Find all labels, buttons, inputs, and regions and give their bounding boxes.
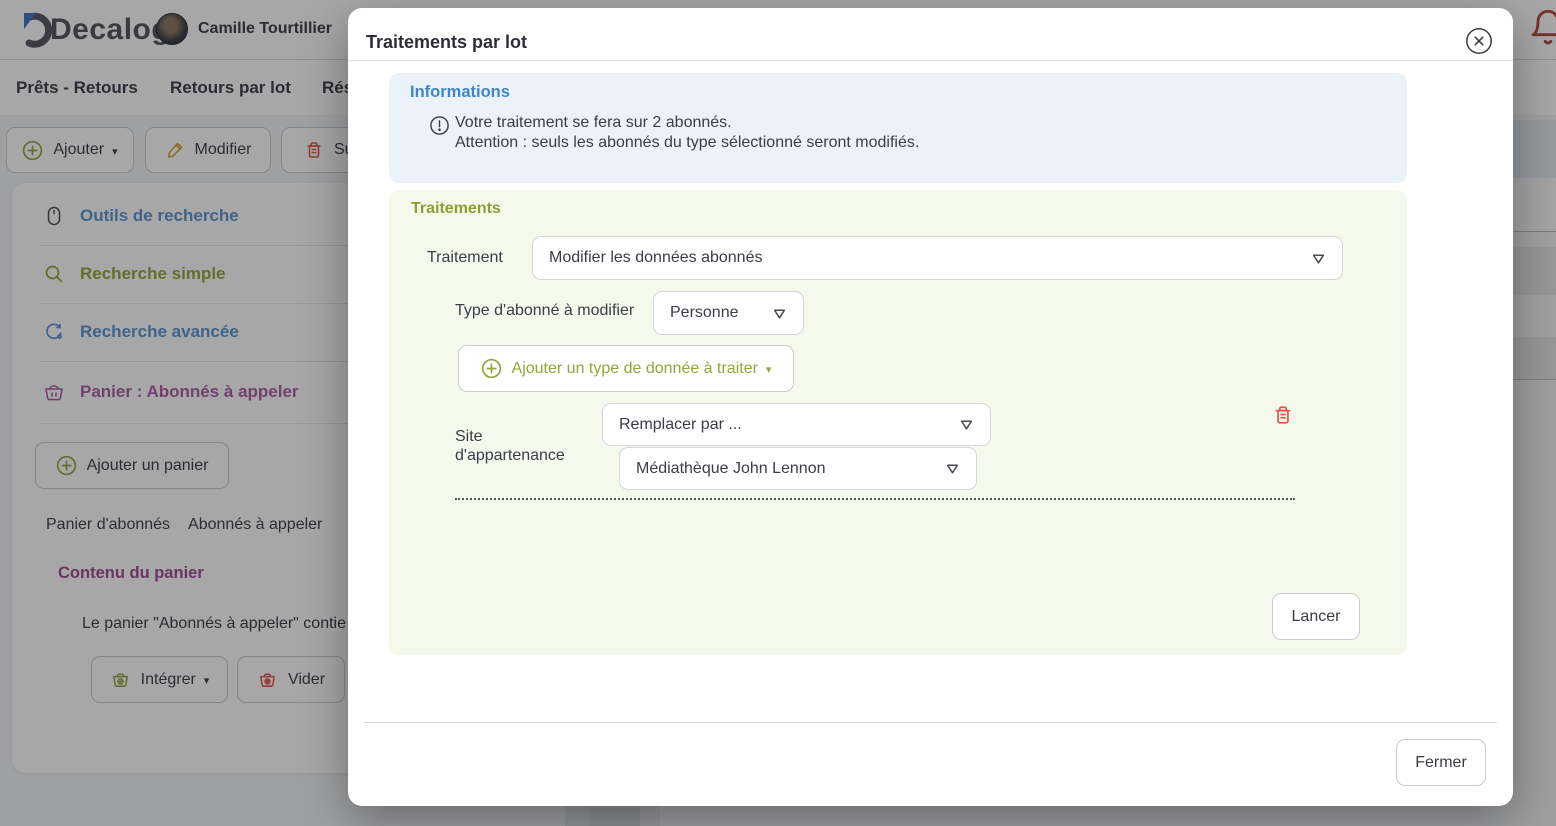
chevron-down-icon	[1311, 251, 1326, 266]
plus-circle-icon	[481, 358, 502, 379]
subscriber-type-label: Type d'abonné à modifier	[455, 302, 634, 320]
treatment-select-value: Modifier les données abonnés	[549, 249, 762, 267]
chevron-down-icon	[945, 461, 960, 476]
batch-treatments-modal: Traitements par lot Informations Votre t…	[348, 8, 1513, 806]
modal-title: Traitements par lot	[366, 32, 527, 53]
info-text-line1: Votre traitement se fera sur 2 abonnés.	[455, 114, 732, 132]
caret-down-icon: ▾	[766, 363, 772, 376]
treatments-section: Traitements Traitement Modifier les donn…	[389, 190, 1407, 655]
chevron-down-icon	[959, 417, 974, 432]
site-value-select[interactable]: Médiathèque John Lennon	[619, 447, 977, 490]
remove-data-type-trash-icon[interactable]	[1272, 404, 1294, 431]
site-value-select-value: Médiathèque John Lennon	[636, 460, 826, 478]
launch-button-label: Lancer	[1292, 608, 1341, 626]
close-modal-button[interactable]: Fermer	[1396, 739, 1486, 786]
dashed-separator	[455, 498, 1295, 500]
alert-circle-icon	[429, 115, 450, 141]
subscriber-type-select[interactable]: Personne	[653, 291, 804, 335]
divider	[364, 722, 1497, 723]
treatments-section-title: Traitements	[411, 200, 501, 218]
close-icon[interactable]	[1461, 23, 1497, 59]
close-modal-button-label: Fermer	[1415, 754, 1467, 772]
treatment-label: Traitement	[427, 249, 503, 267]
chevron-down-icon	[772, 306, 787, 321]
info-section-title: Informations	[410, 83, 510, 102]
add-data-type-button-label: Ajouter un type de donnée à traiter	[512, 360, 758, 378]
divider	[348, 60, 1513, 61]
treatment-select[interactable]: Modifier les données abonnés	[532, 236, 1343, 280]
launch-button[interactable]: Lancer	[1272, 593, 1360, 640]
replace-action-select[interactable]: Remplacer par ...	[602, 403, 991, 446]
add-data-type-button[interactable]: Ajouter un type de donnée à traiter ▾	[458, 345, 794, 392]
replace-action-select-value: Remplacer par ...	[619, 416, 742, 434]
subscriber-type-select-value: Personne	[670, 304, 739, 322]
site-label: Site d'appartenance	[455, 427, 580, 465]
app-root: Decalog Camille Tourtillier Prêts - Reto…	[0, 0, 1556, 826]
info-section: Informations Votre traitement se fera su…	[389, 73, 1407, 183]
info-text-line2: Attention : seuls les abonnés du type sé…	[455, 134, 919, 152]
